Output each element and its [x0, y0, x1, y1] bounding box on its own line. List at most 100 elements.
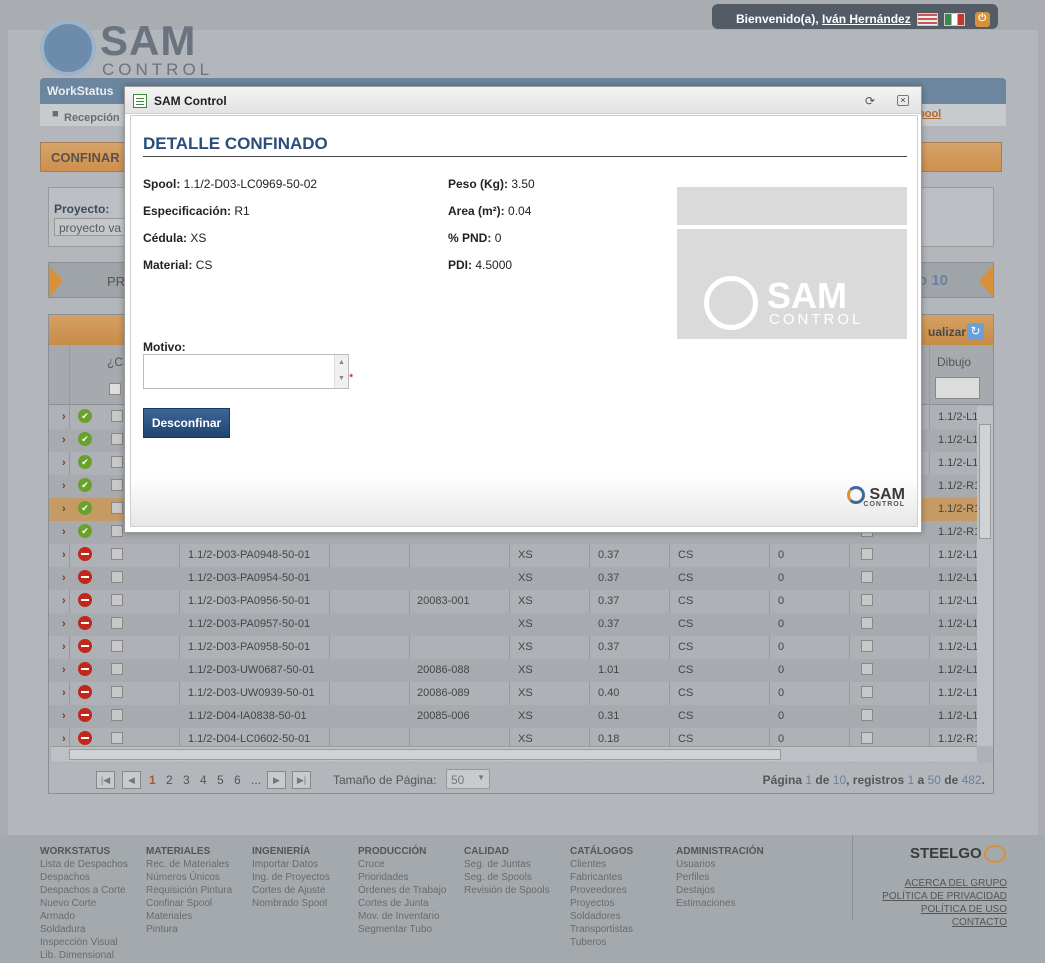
row-checkbox[interactable]: [861, 686, 873, 698]
footer-link[interactable]: Cortes de Ajuste: [252, 884, 330, 897]
dibujo-filter-input[interactable]: [935, 377, 980, 399]
row-checkbox[interactable]: [111, 456, 123, 468]
expand-icon[interactable]: ›: [62, 411, 66, 423]
row-checkbox[interactable]: [861, 709, 873, 721]
mx-flag-icon[interactable]: [944, 13, 966, 27]
footer-corporate-link[interactable]: POLÍTICA DE USO: [882, 903, 1007, 916]
expand-icon[interactable]: ›: [62, 618, 66, 630]
footer-heading[interactable]: PRODUCCIÓN: [358, 845, 446, 858]
footer-link[interactable]: Revisión de Spools: [464, 884, 550, 897]
table-row[interactable]: › 1.1/2-D03-PA0954-50-01 XS 0.37 CS 0 1.1/2-L1: [49, 567, 993, 590]
table-row[interactable]: › 1.1/2-D03-PA0957-50-01 XS 0.37 CS 0 1.1/2-L1: [49, 613, 993, 636]
footer-link[interactable]: Seg. de Juntas: [464, 858, 550, 871]
row-checkbox[interactable]: [111, 663, 123, 675]
footer-corporate-link[interactable]: CONTACTO: [882, 916, 1007, 929]
col-dibujo[interactable]: Dibujo: [937, 355, 971, 369]
footer-link[interactable]: Usuarios: [676, 858, 764, 871]
footer-link[interactable]: Prioridades: [358, 871, 446, 884]
table-row[interactable]: › 1.1/2-D03-PA0948-50-01 XS 0.37 CS 0 1.1/2-L1: [49, 544, 993, 567]
footer-link[interactable]: Soldadores: [570, 910, 633, 923]
footer-link[interactable]: Soldadura: [40, 923, 128, 936]
footer-link[interactable]: Segmentar Tubo: [358, 923, 446, 936]
footer-link[interactable]: Transportistas: [570, 923, 633, 936]
footer-heading[interactable]: MATERIALES: [146, 845, 232, 858]
footer-link[interactable]: Cortes de Junta: [358, 897, 446, 910]
expand-icon[interactable]: ›: [62, 503, 66, 515]
footer-heading[interactable]: WORKSTATUS: [40, 845, 128, 858]
grid-horizontal-scrollbar[interactable]: [51, 746, 977, 762]
footer-link[interactable]: Materiales: [146, 910, 232, 923]
footer-link[interactable]: Cruce: [358, 858, 446, 871]
reload-icon[interactable]: ⟳: [865, 94, 875, 108]
page-number[interactable]: ...: [251, 773, 261, 787]
footer-link[interactable]: Tuberos: [570, 936, 633, 949]
footer-link[interactable]: Confinar Spool: [146, 897, 232, 910]
row-checkbox[interactable]: [111, 525, 123, 537]
scroll-thumb[interactable]: [979, 424, 991, 539]
page-size-select[interactable]: 50 ▼: [446, 769, 490, 789]
footer-heading[interactable]: ADMINISTRACIÓN: [676, 845, 764, 858]
row-checkbox[interactable]: [111, 686, 123, 698]
footer-corporate-link[interactable]: POLÍTICA DE PRIVACIDAD: [882, 890, 1007, 903]
footer-heading[interactable]: CALIDAD: [464, 845, 550, 858]
table-row[interactable]: › 1.1/2-D03-UW0687-50-01 20086-088 XS 1.01 CS…: [49, 659, 993, 682]
nav-workstatus[interactable]: WorkStatus: [47, 84, 113, 98]
page-number[interactable]: 2: [166, 773, 173, 787]
footer-link[interactable]: Estimaciones: [676, 897, 764, 910]
prev-page-icon[interactable]: ◀: [122, 771, 141, 789]
expand-icon[interactable]: ›: [62, 526, 66, 538]
page-number[interactable]: 5: [217, 773, 224, 787]
footer-link[interactable]: Nuevo Corte: [40, 897, 128, 910]
first-page-icon[interactable]: |◀: [96, 771, 115, 789]
footer-link[interactable]: Proveedores: [570, 884, 633, 897]
row-checkbox[interactable]: [861, 732, 873, 744]
footer-link[interactable]: Requisición Pintura: [146, 884, 232, 897]
row-checkbox[interactable]: [111, 640, 123, 652]
table-row[interactable]: › 1.1/2-D04-IA0838-50-01 20085-006 XS 0.31 CS…: [49, 705, 993, 728]
expand-icon[interactable]: ›: [62, 572, 66, 584]
textarea-scrollbar[interactable]: ▲ ▼: [334, 355, 348, 388]
row-checkbox[interactable]: [111, 709, 123, 721]
expand-icon[interactable]: ›: [62, 733, 66, 745]
row-checkbox[interactable]: [861, 548, 873, 560]
footer-link[interactable]: Despachos a Corte: [40, 884, 128, 897]
expand-icon[interactable]: ›: [62, 595, 66, 607]
close-icon[interactable]: ×: [897, 95, 909, 106]
table-row[interactable]: › 1.1/2-D03-PA0956-50-01 20083-001 XS 0.37 CS…: [49, 590, 993, 613]
footer-link[interactable]: Lib. Dimensional: [40, 949, 128, 962]
row-checkbox[interactable]: [111, 617, 123, 629]
footer-heading[interactable]: INGENIERÍA: [252, 845, 330, 858]
footer-link[interactable]: Nombrado Spool: [252, 897, 330, 910]
grid-vertical-scrollbar[interactable]: [977, 406, 993, 746]
row-checkbox[interactable]: [111, 433, 123, 445]
row-checkbox[interactable]: [861, 571, 873, 583]
footer-link[interactable]: Destajos: [676, 884, 764, 897]
page-number[interactable]: 6: [234, 773, 241, 787]
footer-link[interactable]: Seg. de Spools: [464, 871, 550, 884]
expand-icon[interactable]: ›: [62, 641, 66, 653]
select-all-checkbox[interactable]: [109, 383, 121, 395]
row-checkbox[interactable]: [111, 410, 123, 422]
last-page-icon[interactable]: ▶|: [292, 771, 311, 789]
page-number[interactable]: 3: [183, 773, 190, 787]
footer-link[interactable]: Inspección Visual: [40, 936, 128, 949]
expand-icon[interactable]: ›: [62, 434, 66, 446]
refresh-icon[interactable]: ↻: [967, 323, 984, 340]
row-checkbox[interactable]: [861, 663, 873, 675]
page-number[interactable]: 4: [200, 773, 207, 787]
user-link[interactable]: Iván Hernández: [822, 12, 911, 26]
row-checkbox[interactable]: [111, 479, 123, 491]
footer-link[interactable]: Mov. de Inventario: [358, 910, 446, 923]
expand-icon[interactable]: ›: [62, 480, 66, 492]
footer-link[interactable]: Ing. de Proyectos: [252, 871, 330, 884]
row-checkbox[interactable]: [861, 617, 873, 629]
expand-icon[interactable]: ›: [62, 549, 66, 561]
row-checkbox[interactable]: [861, 640, 873, 652]
row-checkbox[interactable]: [111, 732, 123, 744]
footer-link[interactable]: Pintura: [146, 923, 232, 936]
page-number[interactable]: 1: [149, 773, 156, 787]
footer-heading[interactable]: CATÁLOGOS: [570, 845, 633, 858]
table-row[interactable]: › 1.1/2-D03-PA0958-50-01 XS 0.37 CS 0 1.1/2-L1: [49, 636, 993, 659]
footer-link[interactable]: Fabricantes: [570, 871, 633, 884]
row-checkbox[interactable]: [111, 548, 123, 560]
